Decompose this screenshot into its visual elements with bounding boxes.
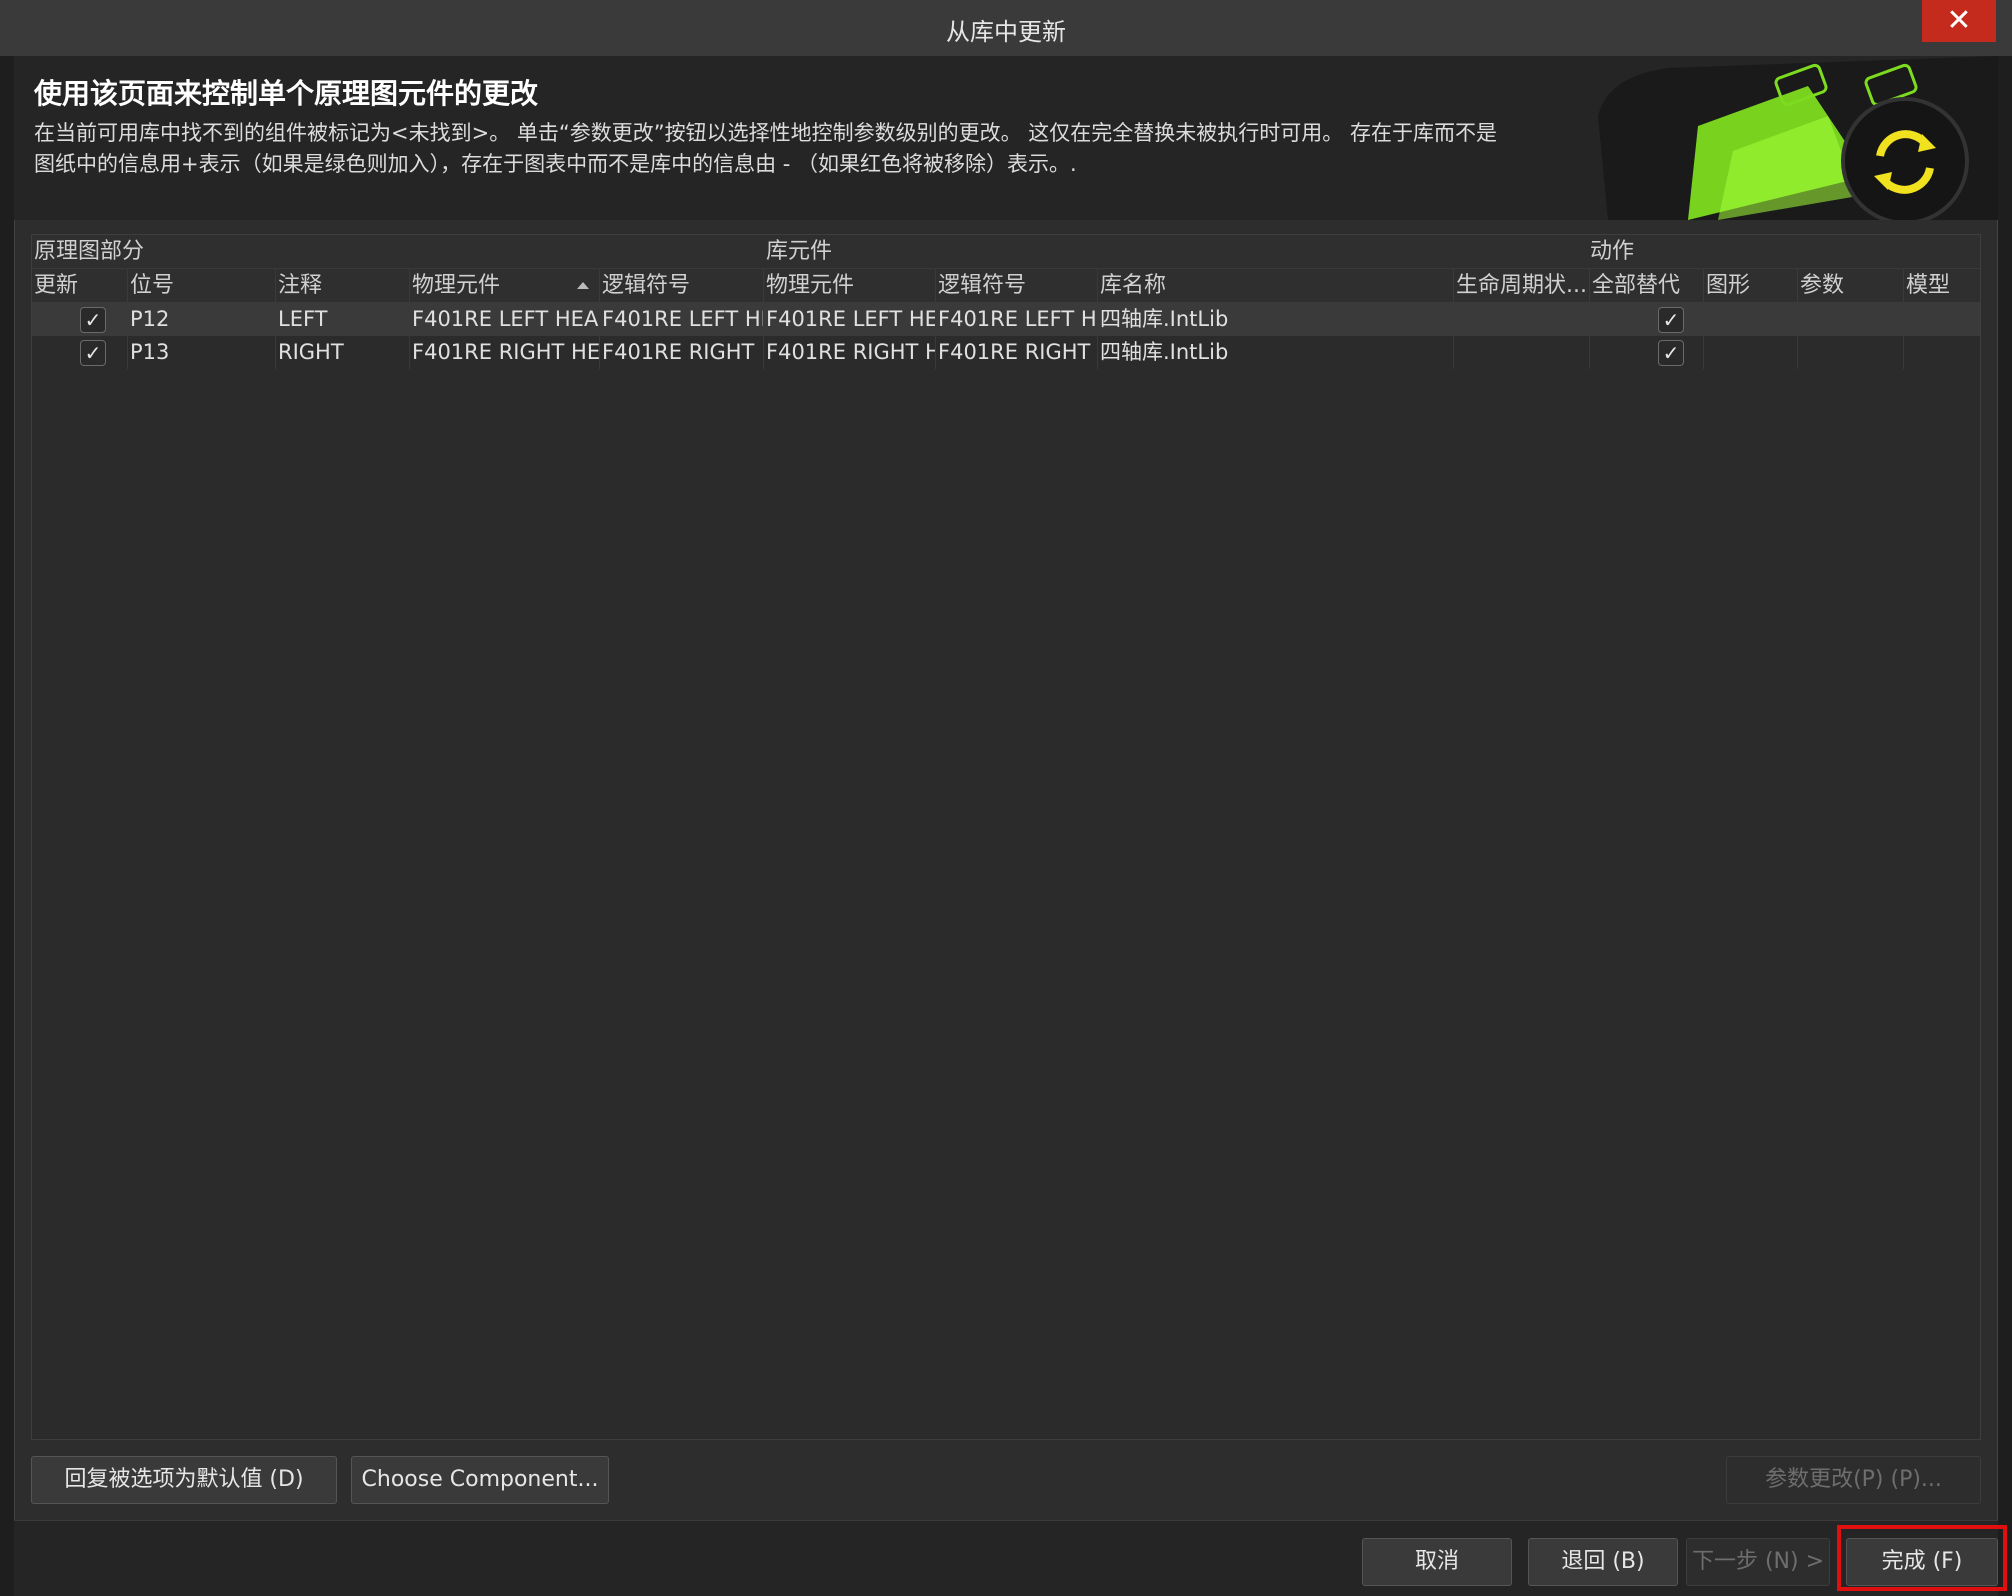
column-header-designator[interactable]: 位号 bbox=[128, 269, 276, 303]
update-checkbox[interactable]: ✓ bbox=[80, 307, 106, 333]
lib-logical-cell: F401RE LEFT HEADER bbox=[936, 303, 1098, 336]
lifecycle-cell bbox=[1454, 336, 1590, 369]
models-cell bbox=[1904, 336, 1982, 369]
lib-physical-cell: F401RE RIGHT HEADER bbox=[764, 336, 936, 369]
wizard-graphic bbox=[1598, 56, 1998, 220]
sch-logical-cell: F401RE LEFT HEADER bbox=[600, 303, 764, 336]
band-library: 库元件 bbox=[766, 239, 833, 264]
column-header-lib-name[interactable]: 库名称 bbox=[1098, 269, 1454, 303]
band-action: 动作 bbox=[1590, 239, 1635, 264]
back-button[interactable]: 退回 (B) bbox=[1528, 1538, 1678, 1586]
column-header-comment[interactable]: 注释 bbox=[276, 269, 410, 303]
table-row[interactable]: ✓ P13 RIGHT F401RE RIGHT HEADER F401RE R… bbox=[32, 336, 1980, 369]
finish-highlight-box bbox=[1837, 1525, 2007, 1591]
sch-physical-cell: F401RE RIGHT HEADER bbox=[410, 336, 600, 369]
models-cell bbox=[1904, 303, 1982, 336]
column-header-replace-all[interactable]: 全部替代 bbox=[1590, 269, 1704, 303]
component-grid[interactable]: 原理图部分 库元件 动作 更新 位号 注释 物理元件 逻辑符号 物理元件 逻辑符… bbox=[31, 234, 1981, 1440]
column-header-lib-physical[interactable]: 物理元件 bbox=[764, 269, 936, 303]
comment-cell: RIGHT bbox=[276, 336, 410, 369]
close-icon: ✕ bbox=[1946, 3, 1972, 38]
title-bar: 从库中更新 ✕ bbox=[0, 0, 2012, 56]
choose-component-button[interactable]: Choose Component... bbox=[351, 1456, 609, 1504]
sch-logical-cell: F401RE RIGHT HEADER bbox=[600, 336, 764, 369]
update-checkbox[interactable]: ✓ bbox=[80, 340, 106, 366]
page-heading: 使用该页面来控制单个原理图元件的更改 bbox=[34, 77, 539, 110]
designator-cell: P13 bbox=[128, 336, 276, 369]
lib-name-cell: 四轴库.IntLib bbox=[1098, 303, 1454, 336]
column-header-params[interactable]: 参数 bbox=[1798, 269, 1904, 303]
replace-all-checkbox[interactable]: ✓ bbox=[1658, 307, 1684, 333]
next-button[interactable]: 下一步 (N) > bbox=[1686, 1538, 1830, 1586]
replace-all-checkbox[interactable]: ✓ bbox=[1658, 340, 1684, 366]
column-header-lifecycle[interactable]: 生命周期状... bbox=[1454, 269, 1590, 303]
update-cell: ✓ bbox=[32, 336, 128, 369]
checkmark-icon: ✓ bbox=[84, 341, 102, 365]
lifecycle-cell bbox=[1454, 303, 1590, 336]
column-header-graphics[interactable]: 图形 bbox=[1704, 269, 1798, 303]
table-row[interactable]: ✓ P12 LEFT F401RE LEFT HEADER F401RE LEF… bbox=[32, 303, 1980, 336]
checkmark-icon: ✓ bbox=[1662, 308, 1680, 332]
column-header-sch-logical[interactable]: 逻辑符号 bbox=[600, 269, 764, 303]
lib-physical-cell: F401RE LEFT HEADER bbox=[764, 303, 936, 336]
band-schematic: 原理图部分 bbox=[34, 239, 145, 264]
wizard-header: 使用该页面来控制单个原理图元件的更改 在当前可用库中找不到的组件被标记为<未找到… bbox=[14, 56, 1998, 220]
column-header-models[interactable]: 模型 bbox=[1904, 269, 1982, 303]
page-description: 在当前可用库中找不到的组件被标记为<未找到>。 单击“参数更改”按钮以选择性地控… bbox=[34, 121, 1497, 176]
close-button[interactable]: ✕ bbox=[1922, 0, 1996, 42]
replace-all-cell: ✓ bbox=[1590, 303, 1704, 336]
comment-cell: LEFT bbox=[276, 303, 410, 336]
params-cell bbox=[1798, 336, 1904, 369]
checkmark-icon: ✓ bbox=[84, 308, 102, 332]
replace-all-cell: ✓ bbox=[1590, 336, 1704, 369]
graphics-cell bbox=[1704, 303, 1798, 336]
params-cell bbox=[1798, 303, 1904, 336]
graphics-cell bbox=[1704, 336, 1798, 369]
designator-cell: P12 bbox=[128, 303, 276, 336]
sort-ascending-icon bbox=[577, 282, 589, 289]
window-title: 从库中更新 bbox=[946, 18, 1066, 46]
column-header-lib-logical[interactable]: 逻辑符号 bbox=[936, 269, 1098, 303]
lib-name-cell: 四轴库.IntLib bbox=[1098, 336, 1454, 369]
checkmark-icon: ✓ bbox=[1662, 341, 1680, 365]
column-header-update[interactable]: 更新 bbox=[32, 269, 128, 303]
lib-logical-cell: F401RE RIGHT HEADER bbox=[936, 336, 1098, 369]
reset-defaults-button[interactable]: 回复被选项为默认值 (D) bbox=[31, 1456, 337, 1504]
sch-physical-cell: F401RE LEFT HEADER bbox=[410, 303, 600, 336]
update-cell: ✓ bbox=[32, 303, 128, 336]
column-header-sch-physical[interactable]: 物理元件 bbox=[410, 269, 600, 303]
param-changes-button[interactable]: 参数更改(P) (P)... bbox=[1726, 1456, 1981, 1504]
cancel-button[interactable]: 取消 bbox=[1362, 1538, 1512, 1586]
